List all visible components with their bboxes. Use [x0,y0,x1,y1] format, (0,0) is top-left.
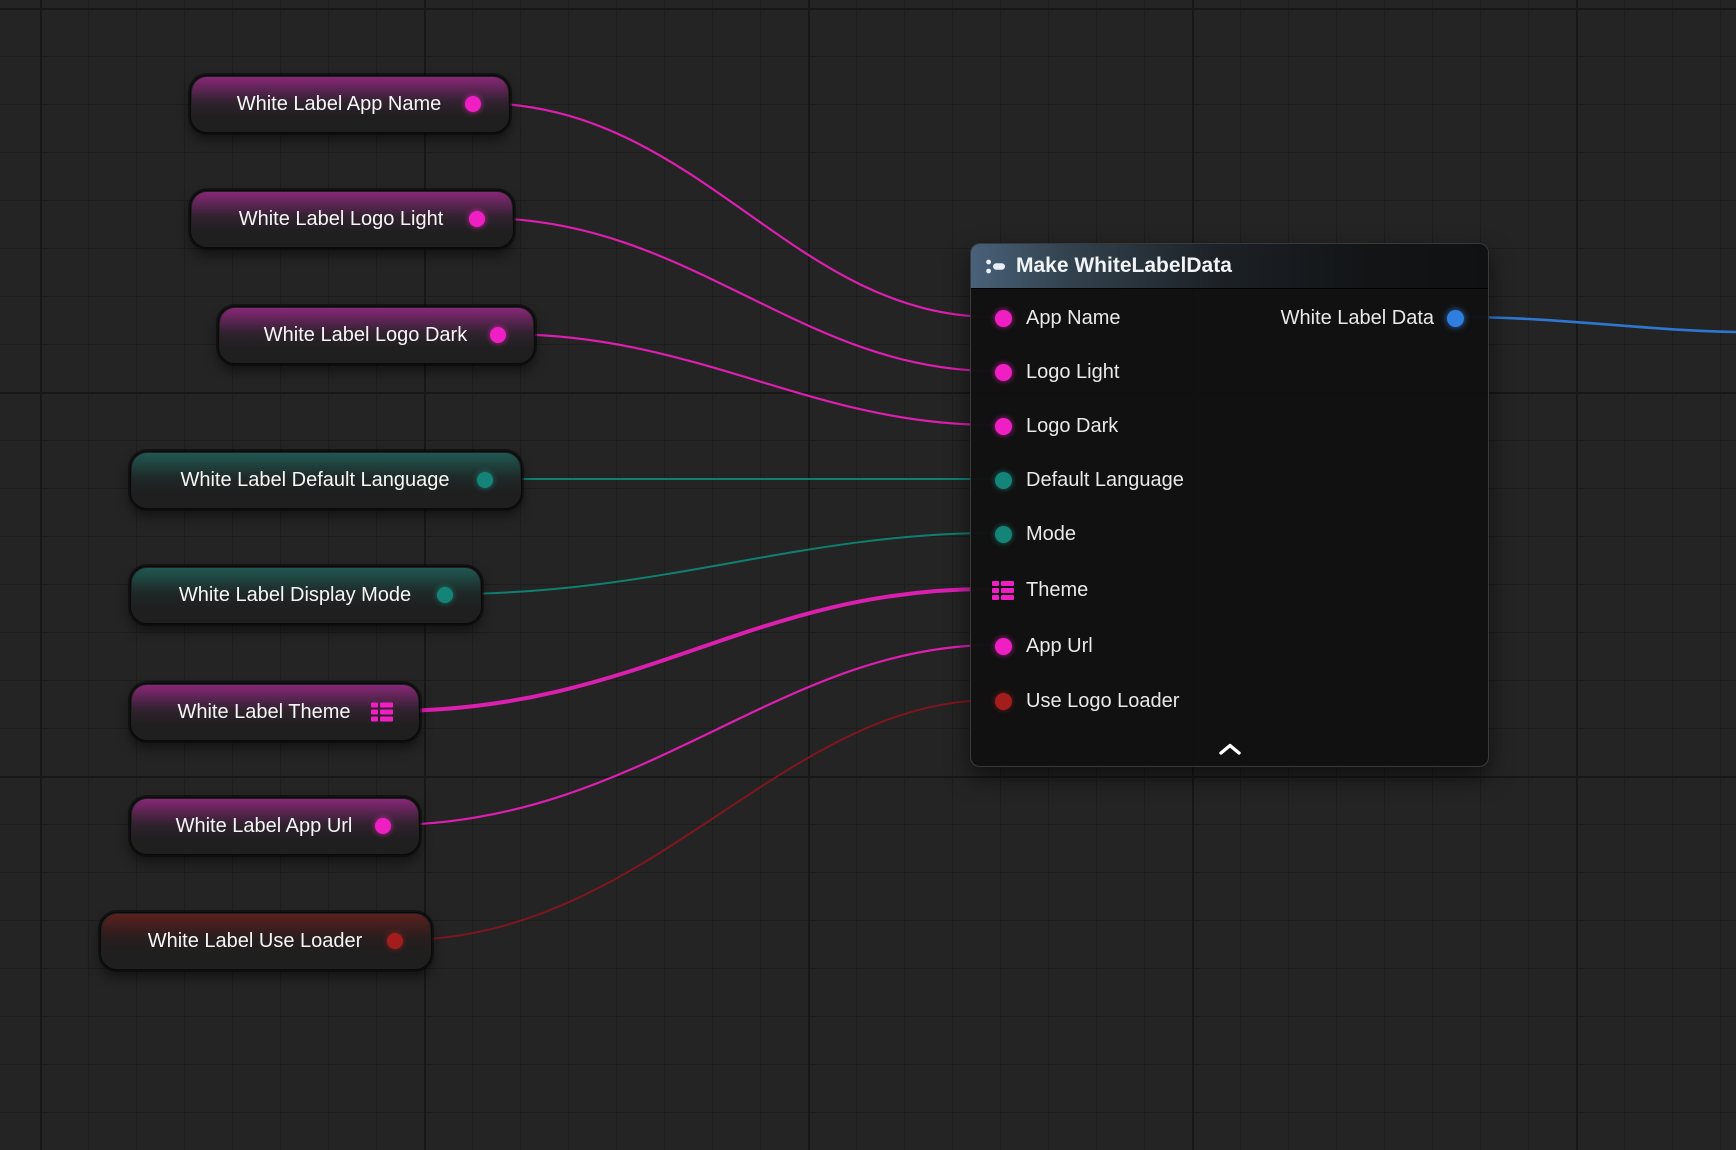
string-output-pin[interactable] [465,96,481,112]
pin-label: Logo Dark [1026,415,1118,438]
node-get-white-label-logo-light[interactable]: White Label Logo Light [190,190,514,248]
node-label: White Label Display Mode [155,584,457,607]
pin-label: Logo Light [1026,361,1119,384]
wire-mode[interactable] [450,533,994,594]
bool-output-pin[interactable] [387,933,403,949]
node-make-whitelabeldata[interactable]: Make WhiteLabelData App Name Logo Light … [970,243,1489,767]
input-pin-logo-dark[interactable] [995,418,1012,435]
node-label: White Label Use Loader [124,930,409,953]
pin-row-logo-dark: Logo Dark [995,412,1118,440]
pin-label: Default Language [1026,469,1184,492]
input-pin-mode[interactable] [995,526,1012,543]
input-pin-logo-light[interactable] [995,364,1012,381]
input-pin-theme[interactable] [992,581,1016,600]
wire-logo-light[interactable] [482,218,994,371]
wire-app-name[interactable] [478,103,994,317]
enum-output-pin[interactable] [477,472,493,488]
pin-row-default-language: Default Language [995,466,1184,494]
pin-label: App Name [1026,307,1121,330]
input-pin-use-logo-loader[interactable] [995,693,1012,710]
pin-label: Theme [1026,579,1088,602]
node-title: Make WhiteLabelData [1016,254,1232,278]
pin-label: Mode [1026,523,1076,546]
node-get-white-label-use-loader[interactable]: White Label Use Loader [100,912,432,970]
node-get-white-label-logo-dark[interactable]: White Label Logo Dark [218,306,535,364]
node-label: White Label App Url [152,815,399,838]
pin-row-app-url: App Url [995,632,1093,660]
collapse-chevron-icon[interactable] [1212,740,1248,758]
string-output-pin[interactable] [375,818,391,834]
pin-row-theme: Theme [992,576,1088,604]
node-label: White Label Default Language [156,469,495,492]
wire-use-loader[interactable] [400,700,994,940]
node-label: White Label App Name [213,93,488,116]
pin-label: Use Logo Loader [1026,690,1179,713]
node-get-white-label-default-language[interactable]: White Label Default Language [130,451,522,509]
node-get-white-label-theme[interactable]: White Label Theme [130,683,420,741]
string-output-pin[interactable] [469,211,485,227]
node-label: White Label Logo Dark [240,324,513,347]
string-output-pin[interactable] [490,327,506,343]
pin-label: White Label Data [1281,307,1434,330]
input-pin-default-language[interactable] [995,472,1012,489]
output-pin-white-label-data[interactable] [1447,310,1464,327]
pin-row-white-label-data: White Label Data [1281,304,1464,332]
pin-row-app-name: App Name [995,304,1121,332]
input-pin-app-url[interactable] [995,638,1012,655]
node-get-white-label-app-url[interactable]: White Label App Url [130,797,420,855]
pin-row-logo-light: Logo Light [995,358,1119,386]
wire-white-label-data[interactable] [1459,317,1736,332]
enum-output-pin[interactable] [437,587,453,603]
wire-logo-dark[interactable] [503,334,994,425]
pin-row-mode: Mode [995,520,1076,548]
node-get-white-label-display-mode[interactable]: White Label Display Mode [130,566,482,624]
pin-row-use-logo-loader: Use Logo Loader [995,687,1179,715]
blueprint-graph-canvas[interactable]: White Label App Name White Label Logo Li… [0,0,1736,1150]
wire-app-url[interactable] [388,645,994,825]
node-label: White Label Logo Light [215,208,490,231]
make-struct-icon [985,258,1006,275]
map-output-pin[interactable] [371,703,395,722]
node-title-bar[interactable]: Make WhiteLabelData [971,244,1488,289]
pin-label: App Url [1026,635,1093,658]
node-get-white-label-app-name[interactable]: White Label App Name [190,75,510,133]
node-label: White Label Theme [153,701,396,724]
input-pin-app-name[interactable] [995,310,1012,327]
